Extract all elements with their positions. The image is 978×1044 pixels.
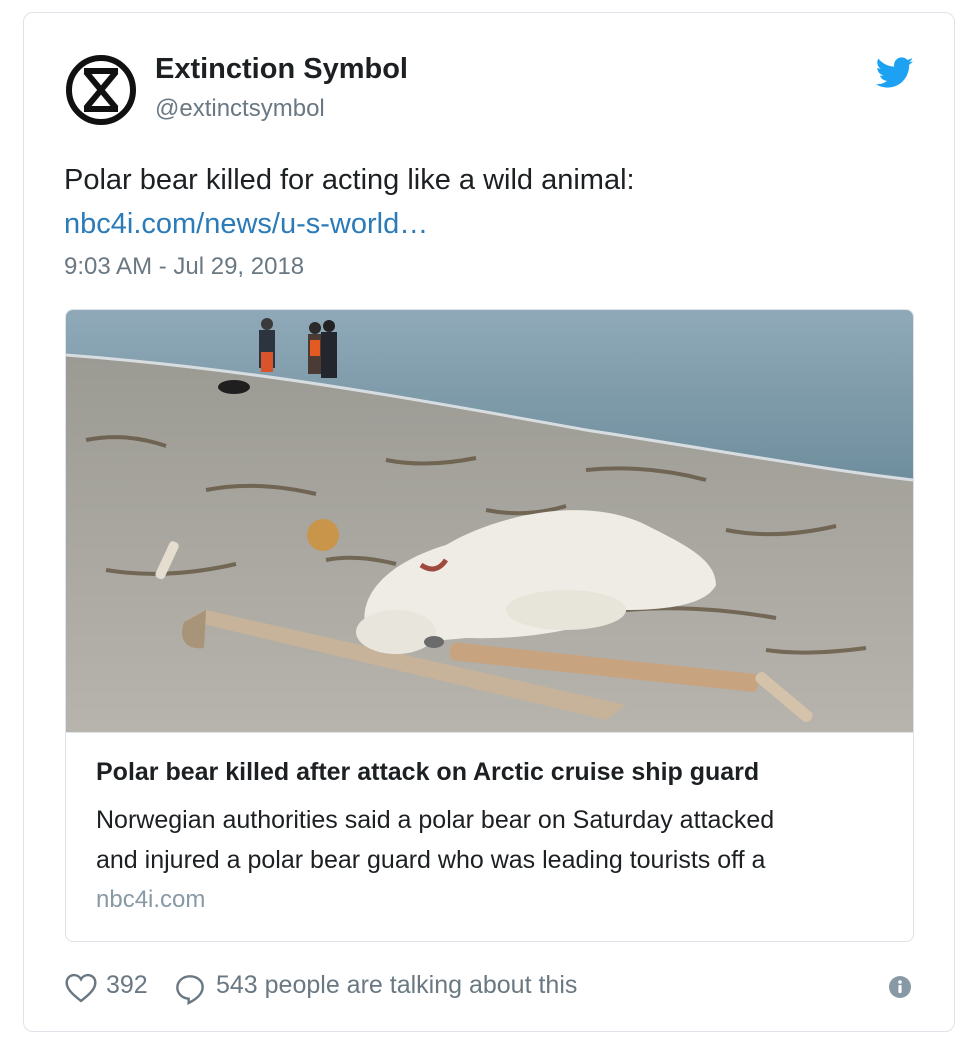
heart-icon bbox=[65, 973, 97, 1003]
tweet-timestamp[interactable]: 9:03 AM - Jul 29, 2018 bbox=[64, 253, 304, 281]
like-count: 392 bbox=[106, 971, 148, 999]
link-preview-card[interactable]: Polar bear killed after attack on Arctic… bbox=[65, 309, 914, 942]
twitter-bird-icon[interactable] bbox=[875, 57, 914, 89]
link-card-domain: nbc4i.com bbox=[96, 886, 206, 913]
tweet-body: Polar bear killed for acting like a wild… bbox=[64, 158, 635, 246]
talking-text: 543 people are talking about this bbox=[216, 971, 578, 999]
link-card-description-line: and injured a polar bear guard who was l… bbox=[96, 846, 766, 874]
tweet-text: Polar bear killed for acting like a wild… bbox=[64, 164, 635, 196]
author-name[interactable]: Extinction Symbol bbox=[155, 53, 408, 86]
author-handle[interactable]: @extinctsymbol bbox=[155, 95, 325, 123]
speech-bubble-icon bbox=[176, 975, 204, 1005]
info-icon[interactable] bbox=[888, 975, 912, 999]
link-card-description: Norwegian authorities said a polar bear … bbox=[96, 800, 886, 880]
polar-bear-on-beach-photo[interactable] bbox=[66, 310, 913, 733]
link-card-description-line: Norwegian authorities said a polar bear … bbox=[96, 806, 775, 834]
tweet-link[interactable]: nbc4i.com/news/u-s-world… bbox=[64, 202, 635, 246]
link-card-title[interactable]: Polar bear killed after attack on Arctic… bbox=[96, 758, 759, 787]
hourglass-circle-icon[interactable] bbox=[64, 53, 138, 127]
embedded-tweet-card: Extinction Symbol @extinctsymbol Polar b… bbox=[23, 12, 955, 1032]
